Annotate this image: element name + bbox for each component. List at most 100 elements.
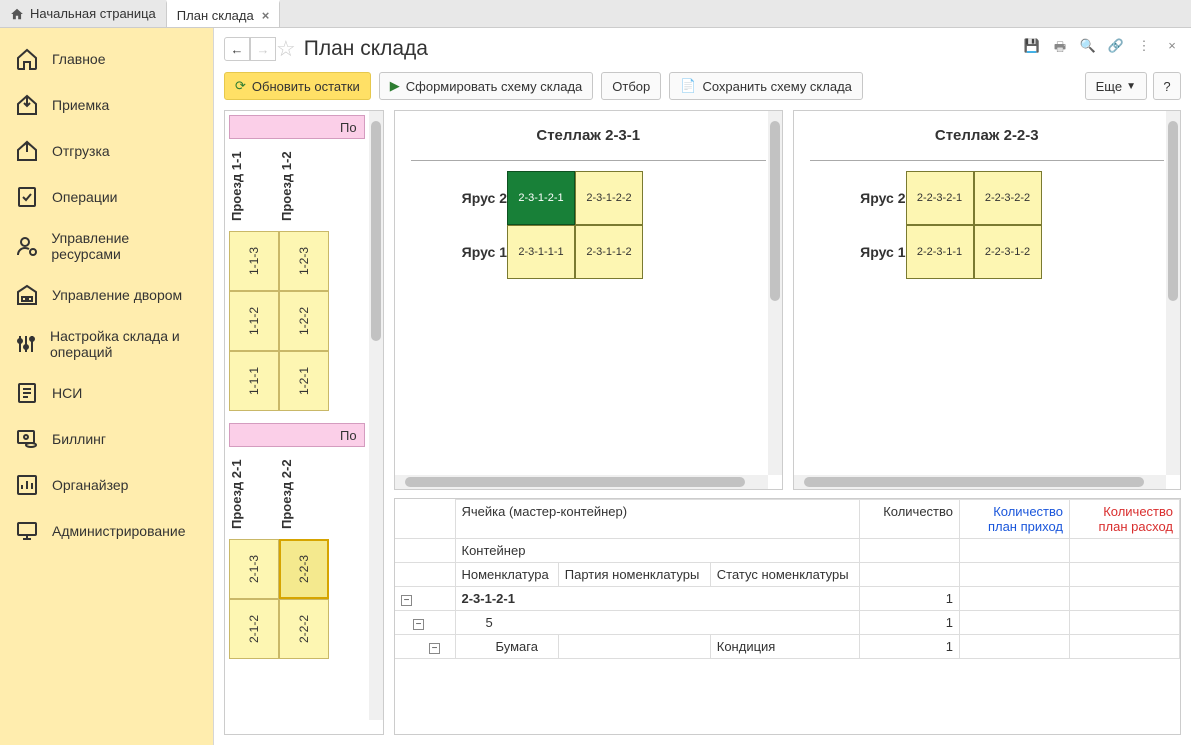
- menu-icon[interactable]: ⋮: [1135, 38, 1153, 60]
- scrollbar-vertical[interactable]: [1166, 111, 1180, 475]
- cell-1-2-3[interactable]: 1-2-3: [279, 231, 329, 291]
- cell-2-2-3-1-1[interactable]: 2-2-3-1-1: [906, 225, 974, 279]
- sidebar-label: Операции: [52, 189, 118, 205]
- chart-icon: [14, 472, 40, 498]
- money-icon: [14, 426, 40, 452]
- sidebar: Главное Приемка Отгрузка Операции Управл…: [0, 28, 214, 745]
- tab-home-label: Начальная страница: [30, 6, 156, 21]
- tier2-label: Ярус 2: [806, 171, 906, 225]
- aisle-2-2-label: Проезд 2-2: [279, 449, 294, 539]
- sidebar-label: Настройка склада и операций: [50, 328, 199, 360]
- cell-2-3-1-2-2[interactable]: 2-3-1-2-2: [575, 171, 643, 225]
- link-icon[interactable]: 🔗: [1107, 38, 1125, 60]
- cell-2-3-1-2-1[interactable]: 2-3-1-2-1: [507, 171, 575, 225]
- tab-current-label: План склада: [177, 8, 254, 23]
- aisle-2-1-label: Проезд 2-1: [229, 449, 244, 539]
- sidebar-label: Органайзер: [52, 477, 128, 493]
- preview-icon[interactable]: 🔍: [1079, 38, 1097, 60]
- sidebar-item-setup[interactable]: Настройка склада и операций: [0, 318, 213, 370]
- cell-1-1-1[interactable]: 1-1-1: [229, 351, 279, 411]
- refresh-button[interactable]: ⟳Обновить остатки: [224, 72, 371, 100]
- sidebar-label: Главное: [52, 51, 106, 67]
- collapse-icon[interactable]: −: [401, 595, 412, 606]
- collapse-icon[interactable]: −: [429, 643, 440, 654]
- col-cell[interactable]: Ячейка (мастер-контейнер): [455, 500, 860, 539]
- scrollbar-vertical[interactable]: [369, 111, 383, 720]
- cell-2-2-3[interactable]: 2-2-3: [279, 539, 329, 599]
- page-title: План склада: [304, 37, 428, 61]
- nav-back-button[interactable]: ←: [224, 37, 250, 61]
- tier1-label: Ярус 1: [806, 225, 906, 279]
- sidebar-label: НСИ: [52, 385, 82, 401]
- cell-2-2-3-1-2[interactable]: 2-2-3-1-2: [974, 225, 1042, 279]
- col-qty-in[interactable]: Количество план приход: [960, 500, 1070, 539]
- sidebar-item-shipping[interactable]: Отгрузка: [0, 128, 213, 174]
- table-row[interactable]: − Бумага Кондиция 1: [395, 635, 1180, 659]
- sidebar-item-main[interactable]: Главное: [0, 36, 213, 82]
- sidebar-item-receiving[interactable]: Приемка: [0, 82, 213, 128]
- play-icon: ▶: [390, 78, 400, 94]
- sidebar-item-admin[interactable]: Администрирование: [0, 508, 213, 554]
- cell-2-1-2[interactable]: 2-1-2: [229, 599, 279, 659]
- collapse-icon[interactable]: −: [413, 619, 424, 630]
- warehouse-icon: [14, 282, 40, 308]
- rack-left-title: Стеллаж 2-3-1: [411, 111, 766, 161]
- col-qty[interactable]: Количество: [860, 500, 960, 539]
- cell-1-2-2[interactable]: 1-2-2: [279, 291, 329, 351]
- cell-2-2-3-2-1[interactable]: 2-2-3-2-1: [906, 171, 974, 225]
- favorite-icon[interactable]: ☆: [276, 36, 296, 62]
- cell-1-1-2[interactable]: 1-1-2: [229, 291, 279, 351]
- col-batch[interactable]: Партия номенклатуры: [558, 563, 710, 587]
- save-scheme-button[interactable]: 📄Сохранить схему склада: [669, 72, 863, 100]
- outbox-icon: [14, 138, 40, 164]
- chevron-down-icon: ▼: [1126, 81, 1136, 92]
- sidebar-item-billing[interactable]: Биллинг: [0, 416, 213, 462]
- print-icon[interactable]: 🖶: [1051, 38, 1069, 60]
- save-icon[interactable]: 💾: [1023, 38, 1041, 60]
- table-row[interactable]: − 5 1: [395, 611, 1180, 635]
- cell-2-3-1-1-1[interactable]: 2-3-1-1-1: [507, 225, 575, 279]
- cell-1-2-1[interactable]: 1-2-1: [279, 351, 329, 411]
- scrollbar-vertical[interactable]: [768, 111, 782, 475]
- sidebar-item-resources[interactable]: Управление ресурсами: [0, 220, 213, 272]
- cell-2-2-2[interactable]: 2-2-2: [279, 599, 329, 659]
- col-nomenclature[interactable]: Номенклатура: [455, 563, 558, 587]
- scrollbar-horizontal[interactable]: [395, 475, 768, 489]
- col-qty-out[interactable]: Количество план расход: [1070, 500, 1180, 539]
- refresh-icon: ⟳: [235, 78, 246, 94]
- sidebar-label: Управление ресурсами: [51, 230, 199, 262]
- close-page-icon[interactable]: ×: [1163, 38, 1181, 60]
- rack-panel-right: Стеллаж 2-2-3 Ярус 2 2-2-3-2-1 2-2-3-2-2…: [793, 110, 1182, 490]
- zone1-header: По: [229, 115, 365, 139]
- cell-2-1-3[interactable]: 2-1-3: [229, 539, 279, 599]
- nav-forward-button[interactable]: →: [250, 37, 276, 61]
- tier1-label: Ярус 1: [407, 225, 507, 279]
- cell-2-2-3-2-2[interactable]: 2-2-3-2-2: [974, 171, 1042, 225]
- user-gear-icon: [14, 233, 39, 259]
- sidebar-item-nsi[interactable]: НСИ: [0, 370, 213, 416]
- aisle-1-2-label: Проезд 1-2: [279, 141, 294, 231]
- col-status[interactable]: Статус номенклатуры: [710, 563, 859, 587]
- cell-1-1-3[interactable]: 1-1-3: [229, 231, 279, 291]
- col-container[interactable]: Контейнер: [455, 539, 860, 563]
- scrollbar-horizontal[interactable]: [794, 475, 1167, 489]
- close-icon[interactable]: ×: [262, 8, 270, 23]
- tab-home[interactable]: Начальная страница: [0, 0, 166, 27]
- sidebar-label: Отгрузка: [52, 143, 110, 159]
- sidebar-item-organizer[interactable]: Органайзер: [0, 462, 213, 508]
- cell-2-3-1-1-2[interactable]: 2-3-1-1-2: [575, 225, 643, 279]
- aisle-1-1-label: Проезд 1-1: [229, 141, 244, 231]
- check-icon: [14, 184, 40, 210]
- monitor-icon: [14, 518, 40, 544]
- help-button[interactable]: ?: [1153, 72, 1181, 100]
- table-row[interactable]: − 2-3-1-2-1 1: [395, 587, 1180, 611]
- filter-button[interactable]: Отбор: [601, 72, 661, 100]
- sidebar-label: Биллинг: [52, 431, 106, 447]
- form-scheme-button[interactable]: ▶Сформировать схему склада: [379, 72, 594, 100]
- sidebar-item-yard[interactable]: Управление двором: [0, 272, 213, 318]
- more-button[interactable]: Еще▼: [1085, 72, 1147, 100]
- sliders-icon: [14, 331, 38, 357]
- sidebar-item-operations[interactable]: Операции: [0, 174, 213, 220]
- rack-panel-left: Стеллаж 2-3-1 Ярус 2 2-3-1-2-1 2-3-1-2-2…: [394, 110, 783, 490]
- tab-current[interactable]: План склада ×: [166, 0, 281, 27]
